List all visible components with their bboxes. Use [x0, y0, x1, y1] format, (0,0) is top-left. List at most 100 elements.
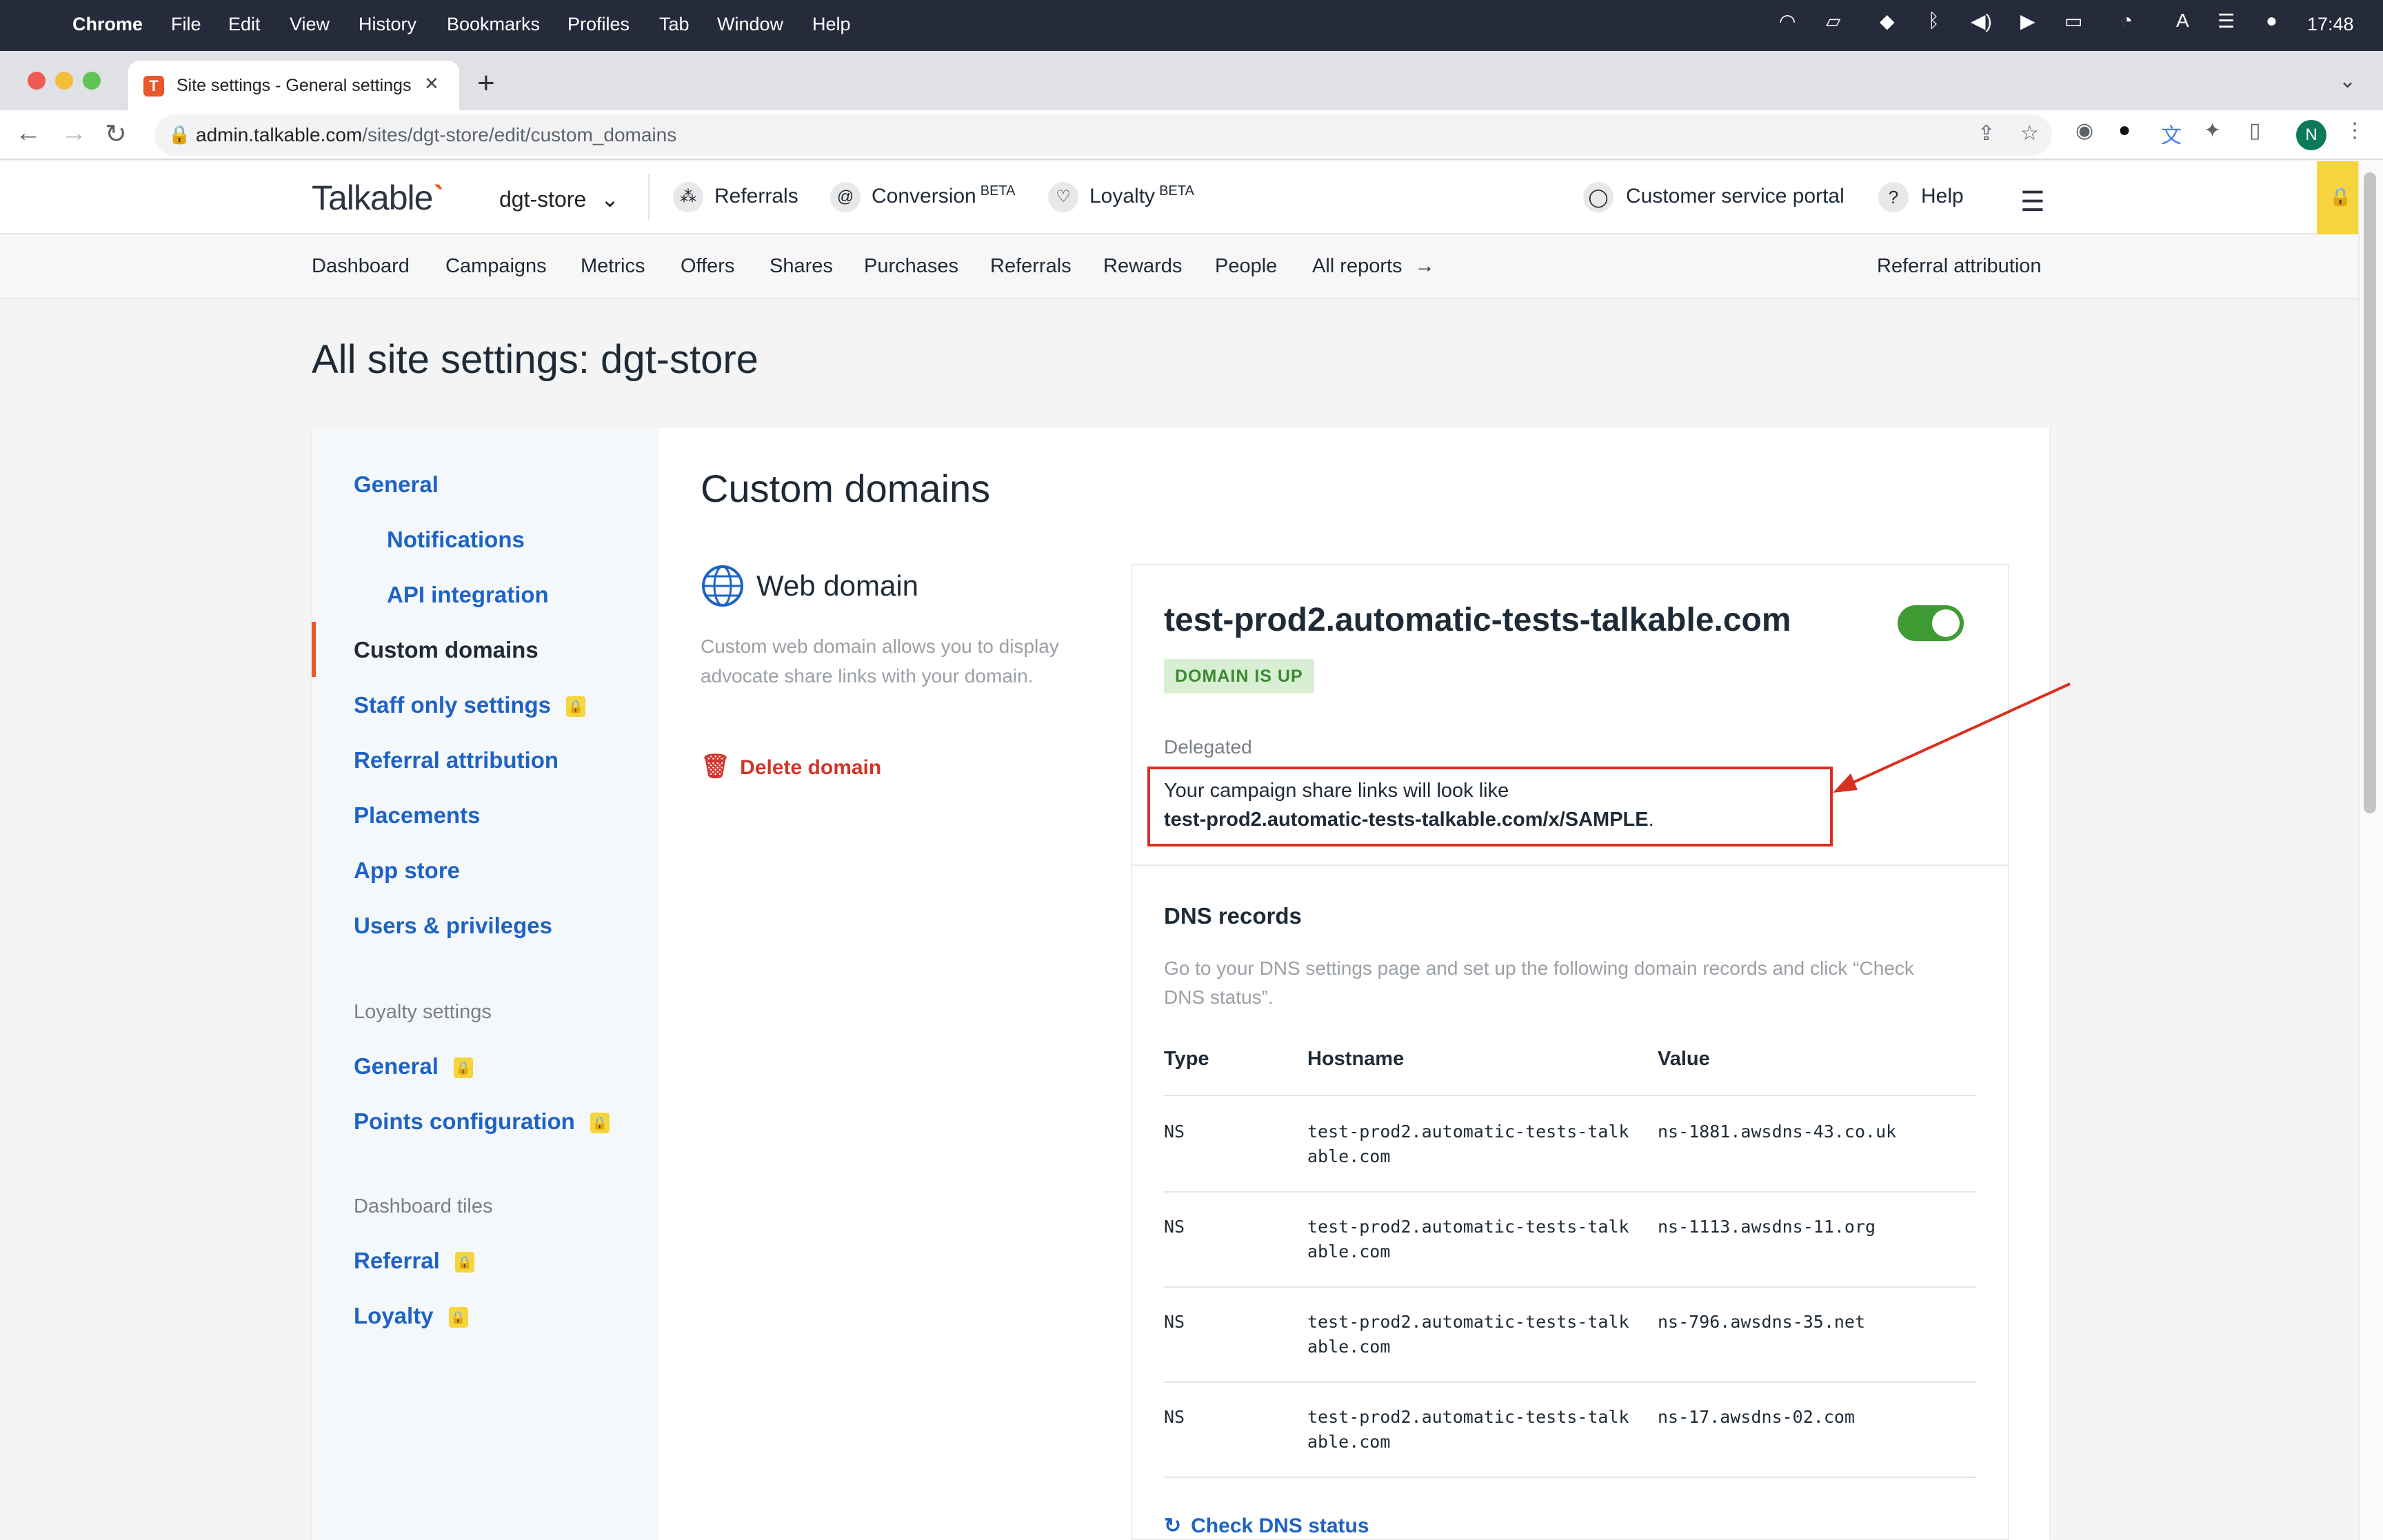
product-conversion-label: Conversion [872, 184, 976, 207]
profile-avatar[interactable]: N [2296, 120, 2326, 150]
lock-icon: 🔒 [168, 124, 191, 145]
conversion-beta-label: BETA [980, 183, 1016, 199]
menubar-edit[interactable]: Edit [228, 14, 261, 35]
domain-card-divider [1131, 864, 2009, 866]
subnav-all-reports[interactable]: All reports → [1312, 255, 1435, 278]
headphones-icon[interactable]: ◠ [1779, 10, 1796, 32]
portal-icon: ◯ [1583, 182, 1613, 212]
subnav-referrals[interactable]: Referrals [990, 255, 1072, 278]
side-panel-icon[interactable]: ▯ [2249, 119, 2261, 143]
domain-enabled-toggle[interactable] [1898, 605, 1964, 641]
talkable-logo[interactable]: Talkableˋ [312, 178, 444, 218]
dns-hostname-line: test-prod2.automatic-tests-talk [1307, 1312, 1629, 1332]
sidebar-item-notifications[interactable]: Notifications [387, 527, 525, 553]
sidebar-item-referral-attribution[interactable]: Referral attribution [354, 747, 559, 773]
table-divider [1164, 1381, 1976, 1383]
menubar-file[interactable]: File [171, 14, 201, 35]
customer-service-portal-label: Customer service portal [1626, 184, 1844, 207]
new-tab-button[interactable]: + [477, 66, 495, 101]
screen-icon[interactable]: ▱ [1826, 10, 1841, 32]
back-arrow-icon[interactable]: ← [15, 119, 41, 148]
product-referrals[interactable]: ⁂ Referrals [673, 182, 798, 212]
customer-service-portal-link[interactable]: ◯ Customer service portal [1583, 182, 1844, 212]
subnav-offers[interactable]: Offers [681, 255, 734, 278]
scrollbar-thumb[interactable] [2364, 172, 2376, 813]
extension-info-icon[interactable]: ● [2118, 119, 2131, 142]
column-header-hostname: Hostname [1307, 1048, 1405, 1070]
product-loyalty[interactable]: ♡ Loyalty BETA [1048, 182, 1194, 212]
sidebar-item-points-configuration[interactable]: Points configuration 🔒 [354, 1108, 610, 1135]
reload-icon[interactable]: ↻ [105, 119, 127, 150]
sidebar-item-general[interactable]: General [354, 472, 439, 498]
delete-domain-button[interactable]: 🗑 Delete domain [701, 753, 881, 780]
app-status-icon[interactable]: ◆ [1880, 10, 1895, 32]
arrow-right-icon: → [1414, 255, 1435, 277]
sidebar-item-custom-domains[interactable]: Custom domains [354, 637, 539, 663]
help-link[interactable]: ? Help [1878, 182, 1964, 212]
subnav-people[interactable]: People [1215, 255, 1277, 278]
battery-icon[interactable]: ▭ [2064, 10, 2082, 32]
menubar-bookmarks[interactable]: Bookmarks [447, 14, 540, 35]
wifi-icon[interactable]: ◔ [2121, 10, 2133, 32]
share-icon[interactable]: ⇪ [1978, 121, 1995, 145]
sidebar-item-label: General [354, 1053, 439, 1079]
sidebar-item-app-store[interactable]: App store [354, 858, 460, 884]
window-zoom-button[interactable] [83, 72, 101, 90]
menubar-window[interactable]: Window [717, 14, 783, 35]
lock-icon: 🔒 [453, 1057, 473, 1079]
dns-type: NS [1164, 1217, 1185, 1237]
bluetooth-icon[interactable]: ᛒ [1928, 10, 1940, 32]
play-icon[interactable]: ▶ [2020, 10, 2035, 32]
dns-value: ns-1113.awsdns-11.org [1658, 1217, 1876, 1237]
dns-hostname: test-prod2.automatic-tests-talk able.com [1307, 1405, 1629, 1455]
volume-icon[interactable]: ◀) [1971, 10, 1992, 32]
control-center-icon[interactable]: ☰ [2218, 10, 2235, 32]
subnav-dashboard[interactable]: Dashboard [312, 255, 410, 278]
dns-hostname-line: test-prod2.automatic-tests-talk [1307, 1407, 1629, 1427]
subnav-purchases[interactable]: Purchases [864, 255, 958, 278]
staff-lock-strip[interactable]: 🔒 [2317, 161, 2358, 234]
translate-icon[interactable]: 文 [2161, 119, 2182, 149]
tab-search-chevron-icon[interactable]: ⌄ [2339, 69, 2356, 93]
product-conversion[interactable]: @ Conversion BETA [830, 182, 1016, 212]
keyboard-input-icon[interactable]: A [2176, 10, 2189, 32]
menubar-clock: 17:48 [2307, 14, 2354, 34]
sidebar-item-users-privileges[interactable]: Users & privileges [354, 913, 552, 939]
address-bar[interactable]: 🔒 admin.talkable.com/sites/dgt-store/edi… [154, 114, 2052, 156]
browser-tab-active[interactable]: T Site settings - General settings × [128, 61, 459, 110]
extensions-puzzle-icon[interactable]: ✦ [2204, 119, 2221, 143]
sidebar-item-staff-only-settings[interactable]: Staff only settings 🔒 [354, 692, 586, 718]
window-close-button[interactable] [28, 72, 46, 90]
subnav-rewards[interactable]: Rewards [1103, 255, 1182, 278]
globe-icon [702, 565, 743, 607]
table-divider [1164, 1477, 1976, 1478]
check-dns-status-button[interactable]: ↻ Check DNS status [1164, 1514, 1369, 1538]
extension-cookie-icon[interactable]: ◉ [2075, 119, 2093, 143]
sidebar-item-loyalty-tile[interactable]: Loyalty 🔒 [354, 1303, 468, 1329]
subnav-campaigns[interactable]: Campaigns [445, 255, 547, 278]
siri-icon[interactable]: ● [2266, 10, 2278, 32]
menubar-help[interactable]: Help [812, 14, 851, 35]
table-divider [1164, 1191, 1976, 1193]
subnav-metrics[interactable]: Metrics [581, 255, 645, 278]
sidebar-item-api-integration[interactable]: API integration [387, 582, 549, 608]
site-selector[interactable]: dgt-store ⌄ [499, 186, 619, 212]
forward-arrow-icon[interactable]: → [61, 119, 87, 148]
sidebar-item-loyalty-general[interactable]: General 🔒 [354, 1053, 473, 1080]
window-minimize-button[interactable] [55, 72, 73, 90]
tab-close-icon[interactable]: × [425, 70, 439, 97]
sidebar-item-label: Referral [354, 1248, 440, 1273]
chrome-menu-icon[interactable]: ⋮ [2344, 119, 2365, 143]
menubar-tab[interactable]: Tab [659, 14, 690, 35]
sidebar-item-referral-tile[interactable]: Referral 🔒 [354, 1248, 474, 1274]
menubar-view[interactable]: View [290, 14, 330, 35]
subnav-shares[interactable]: Shares [770, 255, 833, 278]
bookmark-star-icon[interactable]: ☆ [2020, 121, 2039, 145]
hamburger-menu-icon[interactable]: ☰ [2020, 186, 2045, 218]
subnav-referral-attribution[interactable]: Referral attribution [1877, 255, 2042, 278]
sidebar-item-placements[interactable]: Placements [354, 802, 480, 829]
menubar-profiles[interactable]: Profiles [567, 14, 630, 35]
dns-value: ns-796.awsdns-35.net [1658, 1312, 1866, 1332]
menubar-app-name[interactable]: Chrome [72, 14, 143, 35]
menubar-history[interactable]: History [359, 14, 416, 35]
